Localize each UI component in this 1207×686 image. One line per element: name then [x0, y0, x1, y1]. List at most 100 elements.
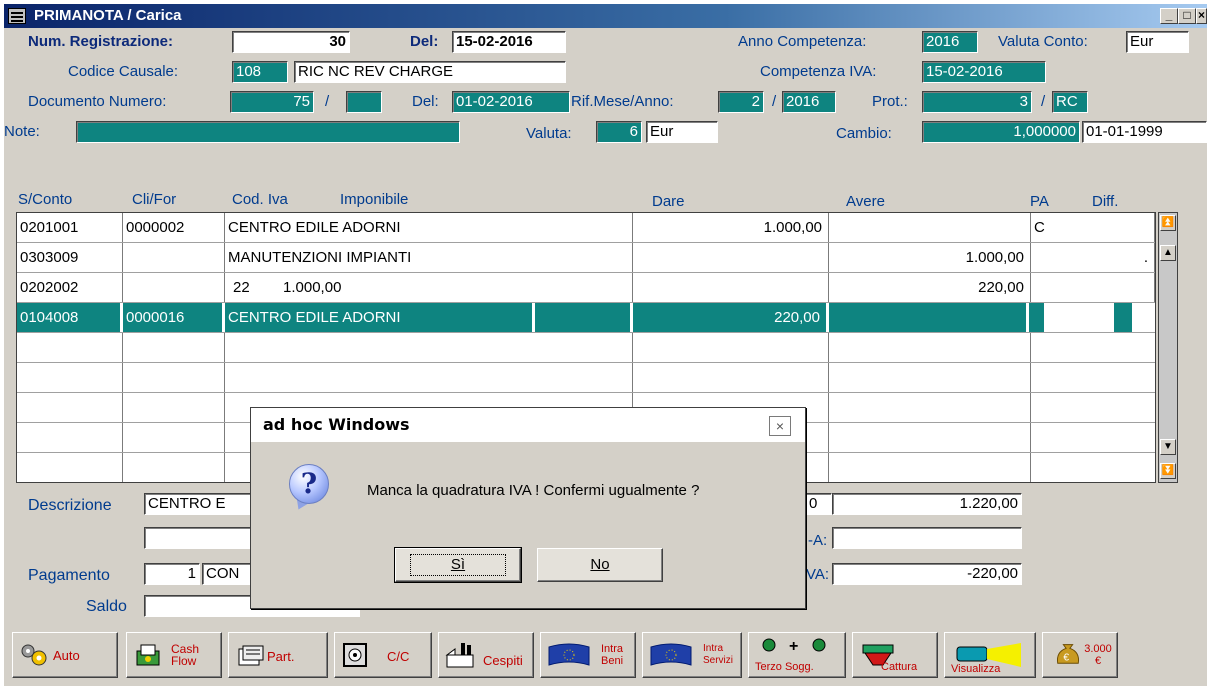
descrizione2-field[interactable]: [144, 527, 264, 549]
cc-button[interactable]: C/C: [334, 632, 432, 678]
codice-causale-code[interactable]: 108: [232, 61, 288, 83]
valuta-value-field[interactable]: Eur: [646, 121, 718, 143]
scroll-top-icon[interactable]: ⏫: [1160, 215, 1176, 231]
cell-avere[interactable]: 220,00: [829, 273, 1031, 302]
cell-sconto[interactable]: 0202002: [17, 273, 123, 302]
total3-field[interactable]: -220,00: [832, 563, 1022, 585]
cell-empty[interactable]: [17, 453, 123, 482]
doc-suffix-field[interactable]: [346, 91, 382, 113]
money-button[interactable]: € 3.000 €: [1042, 632, 1118, 678]
partite-button[interactable]: Part.: [228, 632, 328, 678]
cell-diff[interactable]: .: [1031, 243, 1155, 272]
cell-empty[interactable]: [829, 393, 1031, 422]
cell-avere[interactable]: [829, 213, 1031, 242]
table-row[interactable]: 0201001 0000002 CENTRO EDILE ADORNI 1.00…: [17, 213, 1155, 243]
table-row[interactable]: 0303009 MANUTENZIONI IMPIANTI 1.000,00 .: [17, 243, 1155, 273]
cell-iva-amount[interactable]: [535, 303, 633, 332]
cell-empty[interactable]: [633, 363, 829, 392]
codice-causale-desc[interactable]: RIC NC REV CHARGE: [294, 61, 566, 83]
cell-clifor[interactable]: 0000016: [123, 303, 225, 332]
cattura-button[interactable]: Cattura: [852, 632, 938, 678]
maximize-button[interactable]: □: [1178, 8, 1196, 24]
cell-desc[interactable]: CENTRO EDILE ADORNI: [225, 303, 535, 332]
cell-empty[interactable]: [123, 333, 225, 362]
cell-empty[interactable]: [123, 393, 225, 422]
doc-num-field[interactable]: 75: [230, 91, 314, 113]
cell-sconto[interactable]: 0303009: [17, 243, 123, 272]
cell-extra[interactable]: [1117, 303, 1135, 332]
cell-empty[interactable]: [123, 423, 225, 452]
cell-dare[interactable]: 220,00: [633, 303, 829, 332]
cell-empty[interactable]: [829, 333, 1031, 362]
cell-clifor[interactable]: [123, 273, 225, 302]
minimize-button[interactable]: _: [1160, 8, 1178, 24]
cash-flow-button[interactable]: Cash Flow: [126, 632, 222, 678]
intra-beni-button[interactable]: Intra Beni: [540, 632, 636, 678]
table-row[interactable]: [17, 333, 1155, 363]
scroll-down-icon[interactable]: ▼: [1160, 439, 1176, 455]
terzo-sogg-button[interactable]: + Terzo Sogg.: [748, 632, 846, 678]
cell-empty[interactable]: [225, 333, 633, 362]
del-field[interactable]: 15-02-2016: [452, 31, 566, 53]
cell-empty[interactable]: [17, 393, 123, 422]
cell-dare[interactable]: 1.000,00: [633, 213, 829, 242]
cell-pa[interactable]: [1029, 303, 1047, 332]
yes-button[interactable]: Sì: [394, 547, 522, 583]
table-row-selected[interactable]: 0104008 0000016 CENTRO EDILE ADORNI 220,…: [17, 303, 1155, 333]
num-reg-field[interactable]: 30: [232, 31, 350, 53]
intra-servizi-button[interactable]: Intra Servizi: [642, 632, 742, 678]
cell-empty[interactable]: [829, 363, 1031, 392]
note-field[interactable]: [76, 121, 460, 143]
cell-dare[interactable]: [633, 273, 829, 302]
cell-empty[interactable]: [123, 453, 225, 482]
rif-mese-field[interactable]: 2: [718, 91, 764, 113]
cell-empty[interactable]: [17, 363, 123, 392]
scroll-up-icon[interactable]: ▲: [1160, 245, 1176, 261]
cambio-date-field[interactable]: 01-01-1999: [1082, 121, 1207, 143]
cell-diff[interactable]: [1047, 303, 1117, 332]
cambio-field[interactable]: 1,000000: [922, 121, 1080, 143]
cell-clifor[interactable]: 0000002: [123, 213, 225, 242]
cell-empty[interactable]: [829, 453, 1031, 482]
cell-avere[interactable]: 1.000,00: [829, 243, 1031, 272]
auto-button[interactable]: Auto: [12, 632, 118, 678]
scroll-bottom-icon[interactable]: ⏬: [1160, 463, 1176, 479]
cell-empty[interactable]: [225, 363, 633, 392]
cell-dare[interactable]: [633, 243, 829, 272]
prot-field[interactable]: 3: [922, 91, 1032, 113]
no-button[interactable]: No: [537, 548, 663, 582]
anno-comp-field[interactable]: 2016: [922, 31, 978, 53]
total1-field[interactable]: 1.220,00: [832, 493, 1022, 515]
cell-empty[interactable]: [123, 363, 225, 392]
cell-sconto[interactable]: 0201001: [17, 213, 123, 242]
table-row[interactable]: [17, 363, 1155, 393]
cell-clifor[interactable]: [123, 243, 225, 272]
cell-pa[interactable]: C: [1031, 213, 1155, 242]
descrizione-field[interactable]: CENTRO E: [144, 493, 264, 515]
cell-desc[interactable]: MANUTENZIONI IMPIANTI: [225, 243, 633, 272]
valuta-code-field[interactable]: 6: [596, 121, 642, 143]
doc-del-field[interactable]: 01-02-2016: [452, 91, 570, 113]
cell-sconto[interactable]: 0104008: [17, 303, 123, 332]
cell-empty[interactable]: [633, 333, 829, 362]
table-row[interactable]: 0202002 22 1.000,00 220,00: [17, 273, 1155, 303]
cell-desc[interactable]: CENTRO EDILE ADORNI: [225, 213, 633, 242]
dialog-close-button[interactable]: ×: [769, 416, 791, 436]
app-icon[interactable]: [8, 8, 26, 24]
rif-anno-field[interactable]: 2016: [782, 91, 836, 113]
grid-scrollbar[interactable]: ⏫ ▲ ▼ ⏬: [1158, 212, 1178, 483]
cell-empty[interactable]: [17, 423, 123, 452]
cell-empty[interactable]: [829, 423, 1031, 452]
prot-suffix-field[interactable]: RC: [1052, 91, 1088, 113]
cespiti-button[interactable]: Cespiti: [438, 632, 534, 678]
comp-iva-field[interactable]: 15-02-2016: [922, 61, 1046, 83]
cell-empty[interactable]: [17, 333, 123, 362]
total1-prefix[interactable]: 0: [804, 493, 832, 515]
valuta-conto-field[interactable]: Eur: [1126, 31, 1189, 53]
cell-pa[interactable]: [1031, 273, 1155, 302]
visualizza-button[interactable]: Visualizza: [944, 632, 1036, 678]
cell-avere[interactable]: [829, 303, 1029, 332]
cell-desc[interactable]: 22 1.000,00: [225, 273, 633, 302]
total2-field[interactable]: [832, 527, 1022, 549]
pagamento-code[interactable]: 1: [144, 563, 200, 585]
